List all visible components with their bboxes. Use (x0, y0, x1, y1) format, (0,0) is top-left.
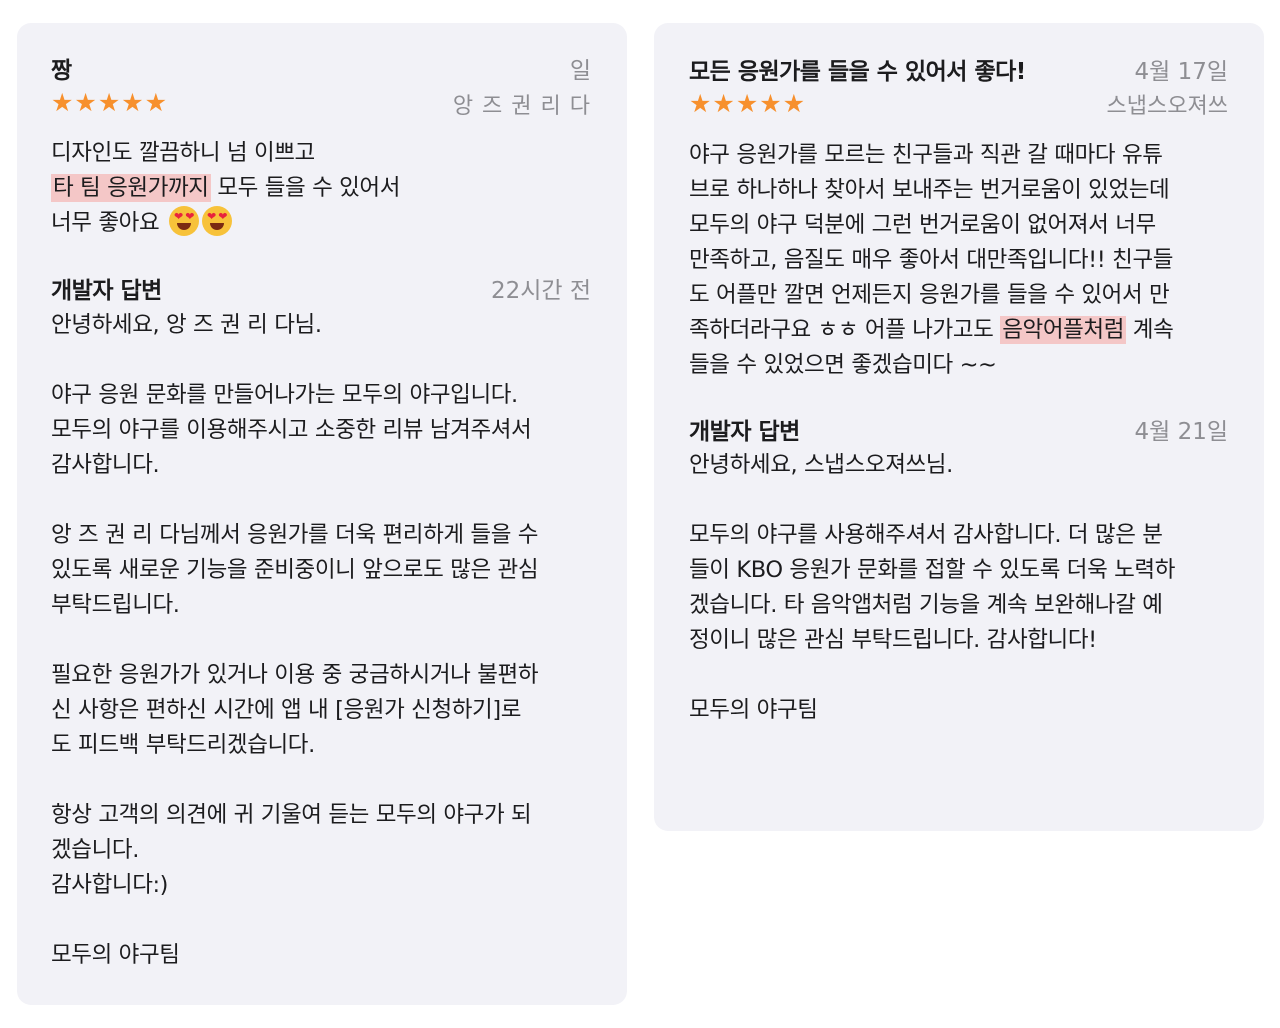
developer-response-line: 모두의 야구를 사용해주셔서 감사합니다. 더 많은 분 (689, 522, 1163, 548)
review-body-line: 족하더라구요 ㅎㅎ 어플 나가고도 음악어플처럼 계속 (689, 313, 1174, 348)
review-body-line: 도 어플만 깔면 언제든지 응원가를 들을 수 있어서 만 (689, 282, 1170, 308)
star-rating-stars: ★★★★★ (689, 89, 807, 118)
review-date: 4월 17일 (1134, 59, 1228, 85)
review-body-line: 만족하고, 음질도 매우 좋아서 대만족입니다!! 친구들 (689, 247, 1174, 273)
developer-response-line: 있도록 새로운 기능을 준비중이니 앞으로도 많은 관심 (51, 557, 539, 583)
review-body-line: 브로 하나하나 찾아서 보내주는 번거로움이 있었는데 (689, 177, 1170, 203)
developer-response-line: 안녕하세요, 앙 즈 권 리 다님. (51, 312, 322, 338)
developer-response-date: 22시간 전 (490, 278, 591, 304)
heart-eyes-emoji-icon (202, 206, 233, 236)
review-card[interactable]: 모든 응원가를 들을 수 있어서 좋다! 4월 17일 ★★★★★ 스냅스오져쓰… (654, 23, 1264, 831)
developer-response-line: 들이 KBO 응원가 문화를 접할 수 있도록 더욱 노력하 (689, 557, 1176, 583)
developer-response-line: 겠습니다. 타 음악앱처럼 기능을 계속 보완해나갈 예 (689, 592, 1163, 618)
developer-response-line: 정이니 많은 관심 부탁드립니다. 감사합니다! (689, 627, 1097, 653)
developer-response-line (689, 658, 1175, 693)
developer-response-line: 앙 즈 권 리 다님께서 응원가를 더욱 편리하게 들을 수 (51, 522, 539, 548)
developer-response-line: 신 사항은 편하신 시간에 앱 내 [응원가 신청하기]로 (51, 697, 522, 723)
developer-response-line: 모두의 야구를 이용해주시고 소중한 리뷰 남겨주셔서 (51, 417, 532, 443)
star-rating: ★★★★★ (51, 90, 168, 115)
review-body-text: 족하더라구요 ㅎㅎ 어플 나가고도 (689, 317, 1001, 343)
developer-response-line (51, 623, 538, 658)
review-body-line: 너무 좋아요 (51, 206, 400, 241)
developer-response-line (51, 763, 538, 798)
review-body-text: 모두 들을 수 있어서 (210, 175, 401, 201)
developer-response-line: 항상 고객의 의견에 귀 기울여 듣는 모두의 야구가 되 (51, 802, 532, 828)
review-body-line: 들을 수 있었으면 좋겠습미다 ~~ (689, 352, 997, 378)
review-card[interactable]: 짱 일 ★★★★★ 앙 즈 권 리 다 디자인도 깔끔하니 넘 이쁘고 타 팀 … (17, 23, 627, 1005)
developer-response-line: 야구 응원 문화를 만들어나가는 모두의 야구입니다. (51, 382, 518, 408)
review-body: 야구 응원가를 모르는 친구들과 직관 갈 때마다 유튜 브로 하나하나 찾아서… (689, 138, 1174, 383)
developer-response-body: 안녕하세요, 앙 즈 권 리 다님. 야구 응원 문화를 만들어나가는 모두의 야… (51, 308, 539, 973)
developer-response-date: 4월 21일 (1134, 419, 1228, 445)
review-body-text: 계속 (1126, 317, 1174, 343)
review-body-line: 타 팀 응원가까지 모두 들을 수 있어서 (51, 171, 400, 206)
developer-response-line (51, 343, 538, 378)
review-body: 디자인도 깔끔하니 넘 이쁘고 타 팀 응원가까지 모두 들을 수 있어서 너무… (51, 136, 400, 241)
developer-response-line (51, 483, 538, 518)
developer-response-label: 개발자 답변 (689, 419, 800, 445)
star-rating-stars: ★★★★★ (51, 88, 169, 117)
developer-response-line: 겠습니다. (51, 837, 139, 863)
developer-response-line: 도 피드백 부탁드리겠습니다. (51, 732, 315, 758)
review-body-line: 디자인도 깔끔하니 넘 이쁘고 (51, 140, 315, 166)
developer-response-line: 모두의 야구팀 (689, 697, 818, 723)
highlighted-text: 음악어플처럼 (1000, 316, 1127, 344)
review-title: 짱 (51, 58, 72, 84)
developer-response-line: 안녕하세요, 스냅스오져쓰님. (689, 452, 953, 478)
star-rating: ★★★★★ (689, 91, 806, 116)
review-author: 앙 즈 권 리 다 (452, 94, 591, 119)
review-author: 스냅스오져쓰 (1106, 94, 1228, 119)
highlighted-text: 타 팀 응원가까지 (51, 174, 211, 202)
developer-response-line: 감사합니다:) (51, 872, 169, 898)
developer-response-line: 부탁드립니다. (51, 592, 180, 618)
review-date: 일 (569, 58, 591, 84)
review-body-line: 야구 응원가를 모르는 친구들과 직관 갈 때마다 유튜 (689, 142, 1163, 168)
review-body-text: 너무 좋아요 (51, 210, 167, 236)
developer-response-line: 모두의 야구팀 (51, 942, 180, 968)
developer-response-line (51, 903, 538, 938)
developer-response-line: 감사합니다. (51, 452, 160, 478)
review-body-line: 모두의 야구 덕분에 그런 번거로움이 없어져서 너무 (689, 212, 1156, 238)
developer-response-line (689, 483, 1175, 518)
developer-response-label: 개발자 답변 (51, 278, 162, 304)
developer-response-line: 필요한 응원가가 있거나 이용 중 궁금하시거나 불편하 (51, 662, 539, 688)
review-title: 모든 응원가를 들을 수 있어서 좋다! (689, 59, 1026, 85)
developer-response-body: 안녕하세요, 스냅스오져쓰님. 모두의 야구를 사용해주셔서 감사합니다. 더 많… (689, 448, 1175, 728)
heart-eyes-emoji-icon (169, 206, 200, 236)
